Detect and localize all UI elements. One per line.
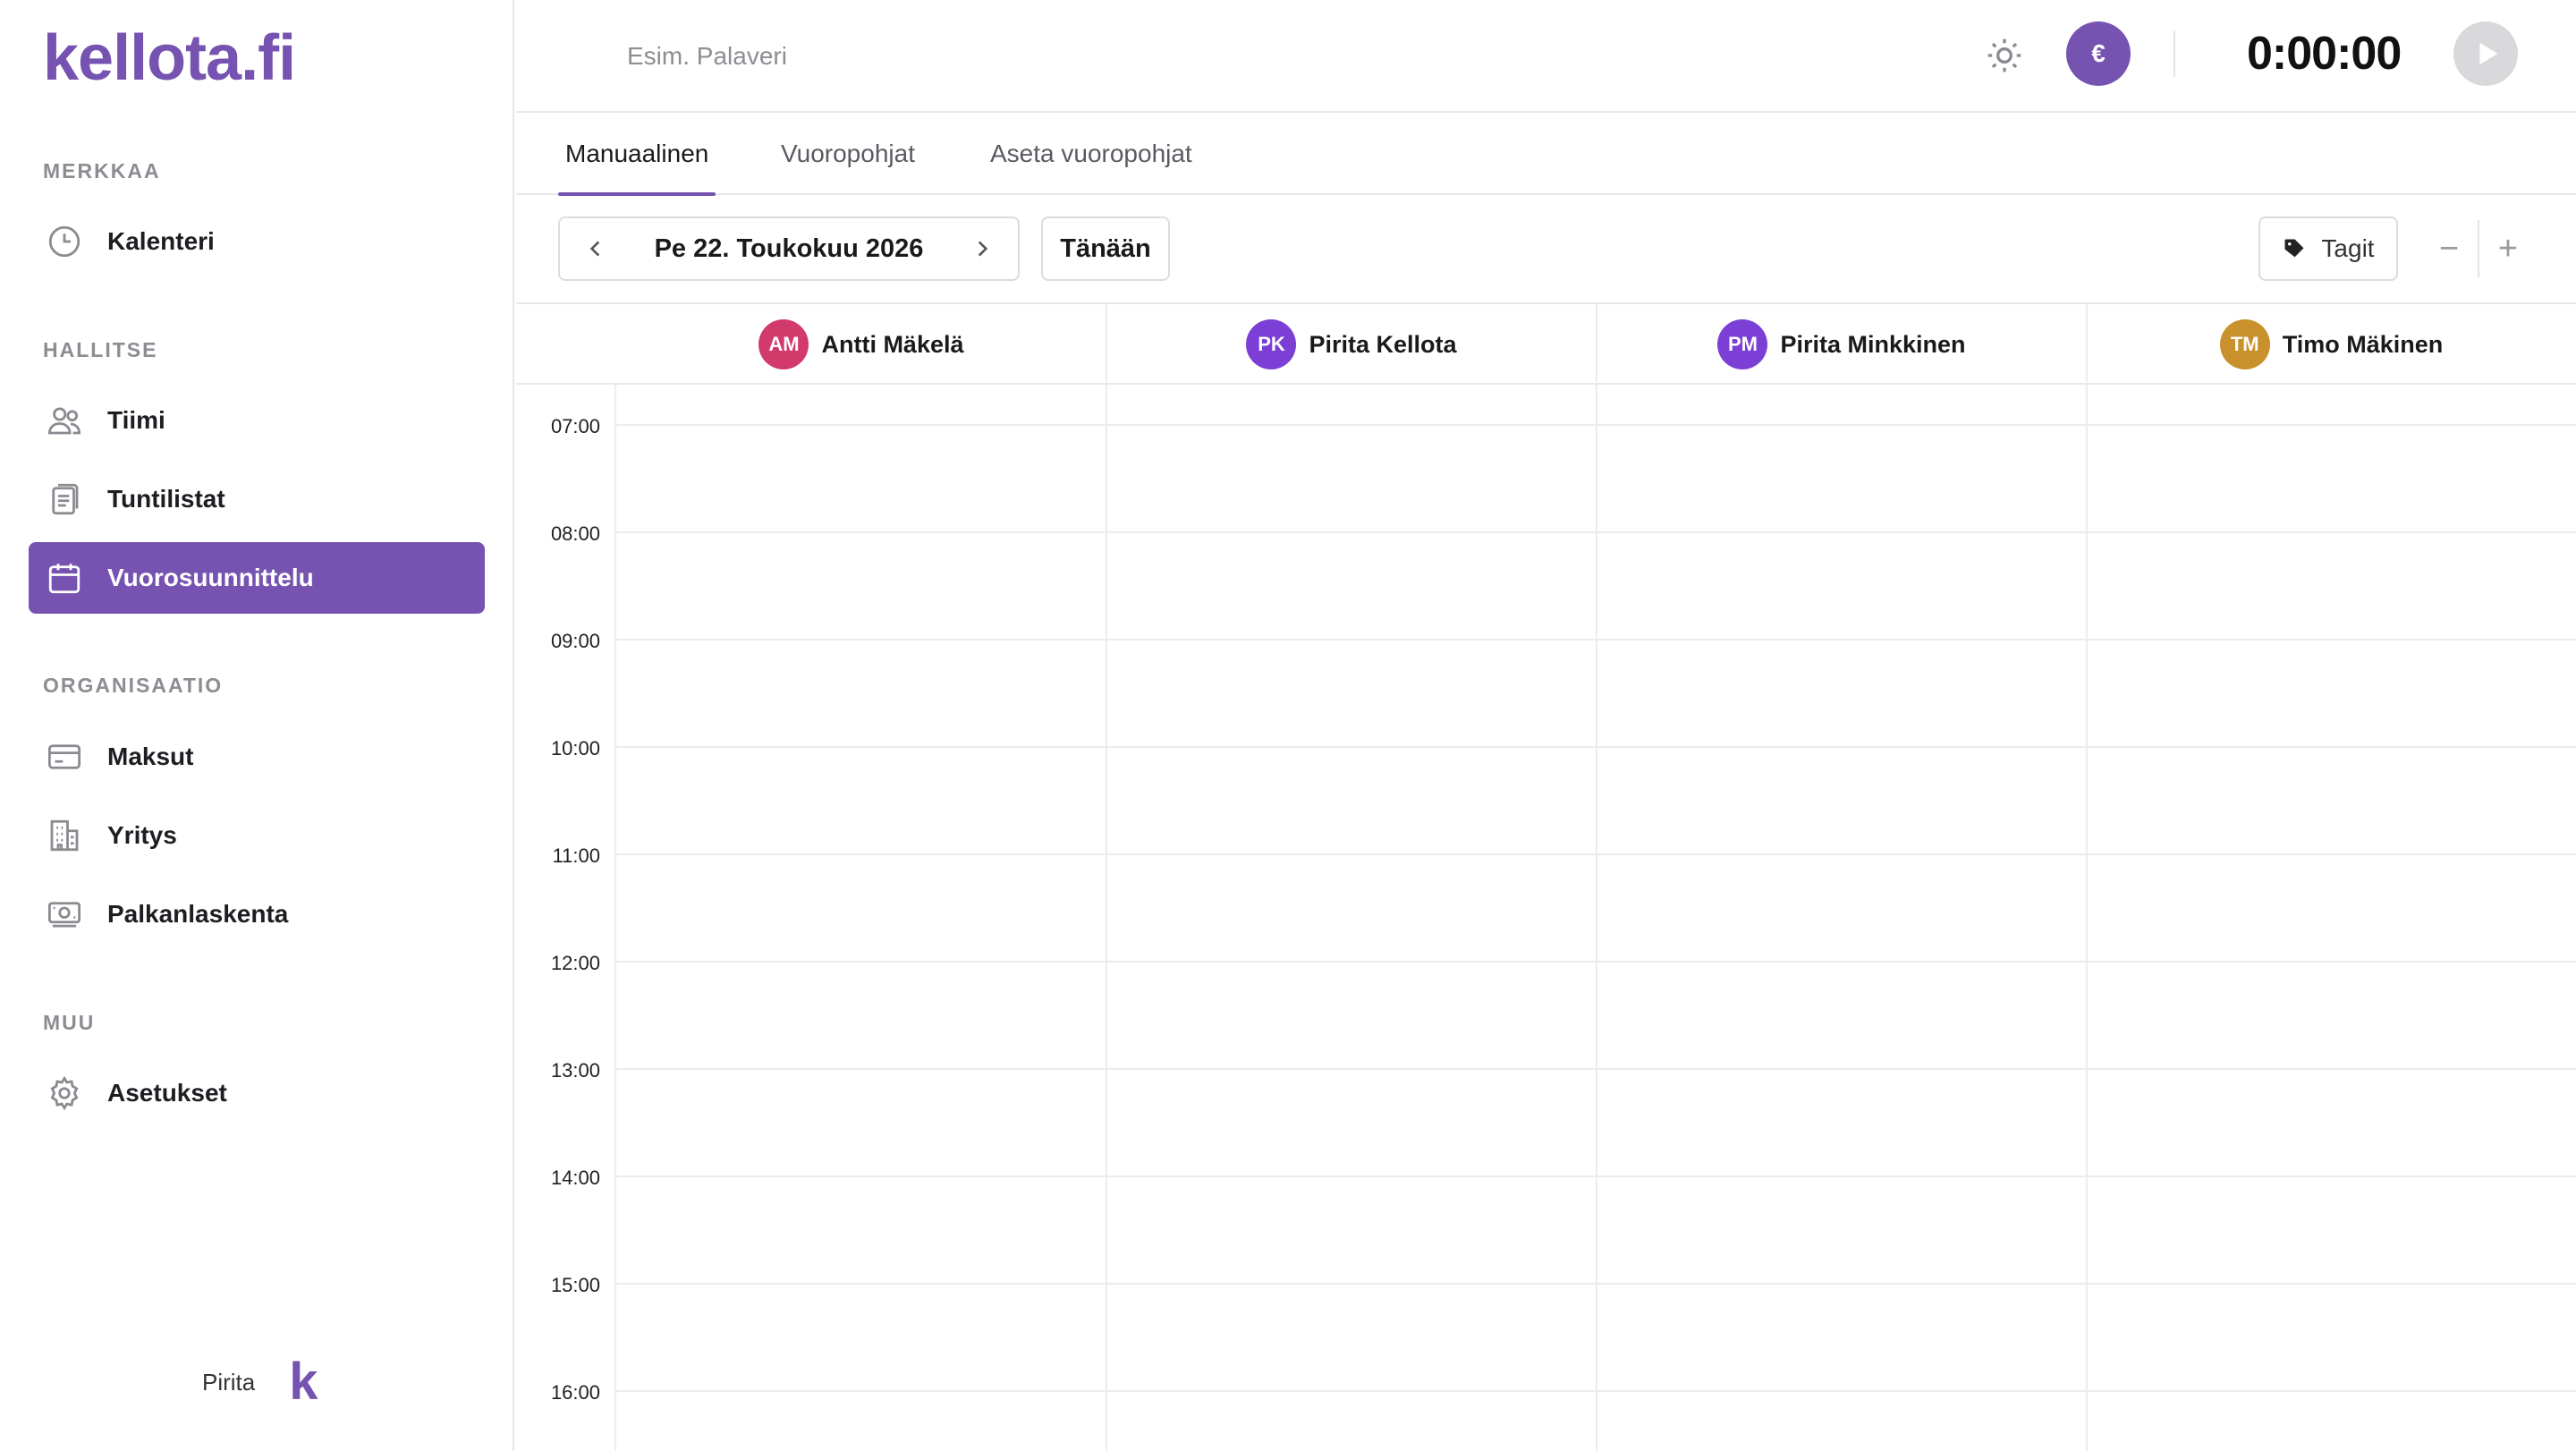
hour-slot-line[interactable] — [616, 424, 2576, 426]
chevron-left-icon — [589, 241, 600, 257]
top-bar: € 0:00:00 — [516, 0, 2576, 113]
employee-column-header[interactable]: PM Pirita Minkkinen — [1597, 304, 2087, 385]
sidebar-item-label: Kalenteri — [107, 227, 215, 255]
sidebar-item-label: Tiimi — [107, 406, 165, 434]
team-icon — [45, 401, 84, 440]
gear-icon — [45, 1073, 84, 1113]
sidebar: kellota.fi MERKKAA Kalenteri HALLITSE Ti… — [0, 0, 514, 1451]
sidebar-item-yritys[interactable]: Yritys — [29, 800, 485, 871]
date-navigator: Pe 22. Toukokuu 2026 — [558, 216, 1020, 281]
hour-label: 07:00 — [550, 415, 600, 437]
hour-slot-line[interactable] — [616, 853, 2576, 855]
building-icon — [45, 816, 84, 855]
hour-slot-line[interactable] — [616, 961, 2576, 963]
chevron-right-icon — [978, 241, 988, 257]
hour-slot-line[interactable] — [616, 1068, 2576, 1070]
hour-slot-line[interactable] — [616, 1283, 2576, 1285]
sidebar-item-asetukset[interactable]: Asetukset — [29, 1057, 485, 1129]
timer-display: 0:00:00 — [2247, 28, 2402, 80]
sidebar-item-label: Palkanlaskenta — [107, 900, 289, 928]
user-name: Pirita — [202, 1368, 256, 1396]
employee-name: Antti Mäkelä — [821, 330, 964, 358]
hour-label: 15:00 — [550, 1274, 600, 1296]
sidebar-item-label: Yritys — [107, 821, 177, 849]
avatar: PM — [1717, 319, 1768, 369]
payroll-icon — [45, 895, 84, 934]
task-description-input[interactable] — [627, 34, 1432, 79]
employee-name: Pirita Minkkinen — [1780, 330, 1966, 358]
sidebar-item-label: Asetukset — [107, 1079, 227, 1107]
hour-label: 09:00 — [550, 630, 600, 652]
theme-toggle-button[interactable] — [1981, 32, 2028, 79]
section-label-muu: MUU — [43, 1011, 96, 1034]
column-divider — [1106, 304, 1107, 1451]
calendar-icon — [45, 558, 84, 598]
employee-column-header[interactable]: AM Antti Mäkelä — [616, 304, 1106, 385]
time-axis: 07:00 08:00 09:00 10:00 11:00 12:00 13:0… — [516, 385, 616, 1451]
sun-icon — [1987, 38, 2021, 72]
tab-bar: Manuaalinen Vuoropohjat Aseta vuoropohja… — [516, 113, 2576, 196]
avatar: TM — [2219, 319, 2270, 369]
schedule-header: AM Antti Mäkelä PK Pirita Kellota PM Pir… — [516, 302, 2576, 385]
sidebar-item-vuorosuunnittelu[interactable]: Vuorosuunnittelu — [29, 542, 485, 614]
tags-button[interactable]: Tagit — [2258, 216, 2398, 281]
sidebar-item-label: Vuorosuunnittelu — [107, 564, 314, 591]
clock-icon — [45, 222, 84, 261]
hour-label: 16:00 — [550, 1381, 600, 1404]
app-logo[interactable]: kellota.fi — [43, 21, 296, 95]
sidebar-item-maksut[interactable]: Maksut — [29, 721, 485, 793]
hour-label: 14:00 — [550, 1167, 600, 1189]
tags-button-label: Tagit — [2321, 234, 2375, 262]
hour-slot-line[interactable] — [616, 746, 2576, 748]
credit-card-icon — [45, 737, 84, 776]
section-label-merkkaa: MERKKAA — [43, 159, 161, 182]
sidebar-item-tiimi[interactable]: Tiimi — [29, 385, 485, 456]
hour-slot-line[interactable] — [616, 1175, 2576, 1177]
hour-label: 11:00 — [552, 844, 600, 867]
hour-label: 12:00 — [550, 952, 600, 974]
previous-day-button[interactable] — [560, 218, 631, 279]
employee-column-header[interactable]: PK Pirita Kellota — [1106, 304, 1597, 385]
employee-name: Pirita Kellota — [1309, 330, 1457, 358]
billable-toggle-button[interactable]: € — [2066, 21, 2131, 86]
sidebar-item-label: Maksut — [107, 742, 194, 770]
section-label-organisaatio: ORGANISAATIO — [43, 674, 224, 697]
sidebar-item-kalenteri[interactable]: Kalenteri — [29, 206, 485, 277]
zoom-in-button[interactable]: + — [2479, 220, 2537, 277]
tag-icon — [2284, 239, 2304, 258]
tab-manuaalinen[interactable]: Manuaalinen — [557, 113, 716, 196]
play-icon — [2479, 42, 2498, 65]
avatar: AM — [758, 319, 809, 369]
sidebar-item-palkanlaskenta[interactable]: Palkanlaskenta — [29, 878, 485, 950]
hour-slot-line[interactable] — [616, 639, 2576, 641]
hour-slot-line[interactable] — [616, 1390, 2576, 1392]
hour-label: 13:00 — [550, 1059, 600, 1082]
timesheet-icon — [45, 479, 84, 519]
employee-column-header[interactable]: TM Timo Mäkinen — [2087, 304, 2576, 385]
sidebar-item-tuntilistat[interactable]: Tuntilistat — [29, 463, 485, 535]
today-button[interactable]: Tänään — [1041, 216, 1170, 281]
sidebar-item-label: Tuntilistat — [107, 485, 225, 513]
divider — [2174, 30, 2175, 77]
zoom-controls: − + — [2420, 220, 2537, 277]
zoom-out-button[interactable]: − — [2420, 220, 2478, 277]
hour-label: 10:00 — [550, 737, 600, 759]
section-label-hallitse: HALLITSE — [43, 338, 158, 361]
column-divider — [1596, 304, 1597, 1451]
tab-aseta-vuoropohjat[interactable]: Aseta vuoropohjat — [990, 113, 1192, 195]
user-footer[interactable]: Pirita k — [202, 1356, 318, 1408]
avatar: PK — [1246, 319, 1297, 369]
next-day-button[interactable] — [946, 218, 1018, 279]
hour-slot-line[interactable] — [616, 531, 2576, 533]
tab-vuoropohjat[interactable]: Vuoropohjat — [781, 113, 915, 195]
start-timer-button[interactable] — [2453, 21, 2518, 86]
hour-label: 08:00 — [550, 522, 600, 545]
employee-name: Timo Mäkinen — [2282, 330, 2444, 358]
brand-mark: k — [289, 1353, 318, 1411]
current-date[interactable]: Pe 22. Toukokuu 2026 — [631, 234, 946, 264]
column-divider — [2086, 304, 2088, 1451]
